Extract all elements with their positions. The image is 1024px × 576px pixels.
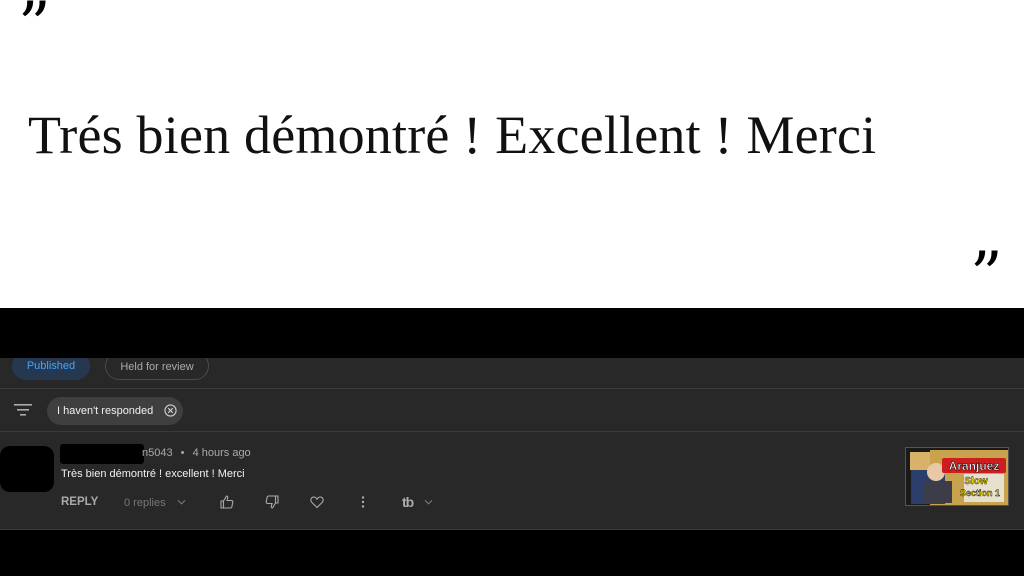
- thumbnail-line3: Section 1: [960, 488, 1000, 498]
- filter-chip-label: I haven't responded: [57, 405, 154, 417]
- reply-button[interactable]: REPLY: [61, 496, 98, 508]
- replies-toggle[interactable]: 0 replies: [124, 497, 166, 509]
- open-quote-mark: ”: [18, 0, 51, 63]
- video-thumbnail[interactable]: Aranjuez Slow Section 1: [905, 447, 1009, 506]
- quote-text: Trés bien démontré ! Excellent ! Merci: [28, 105, 877, 165]
- more-vert-icon[interactable]: [355, 494, 371, 510]
- tab-published[interactable]: Published: [12, 358, 90, 380]
- close-icon[interactable]: [164, 404, 177, 417]
- comment-actions: REPLY 0 replies tb: [0, 492, 500, 516]
- filter-chip[interactable]: I haven't responded: [47, 397, 183, 425]
- avatar[interactable]: [0, 446, 54, 492]
- heart-icon[interactable]: [309, 494, 325, 510]
- close-quote-mark: ”: [970, 239, 1003, 313]
- author-name[interactable]: n5043: [142, 447, 173, 459]
- comment-time: 4 hours ago: [192, 447, 251, 459]
- comment-meta: n5043 • 4 hours ago: [142, 447, 251, 459]
- dislike-icon[interactable]: [264, 494, 280, 510]
- comment-text: Très bien démontré ! excellent ! Merci: [61, 468, 245, 480]
- chevron-down-icon[interactable]: [424, 499, 433, 505]
- divider: [0, 529, 1024, 530]
- filter-icon[interactable]: [14, 403, 32, 417]
- screenshot-band: Published Held for review I haven't resp…: [0, 308, 1024, 576]
- thumbnail-line2: Slow: [964, 476, 988, 487]
- like-icon[interactable]: [219, 494, 235, 510]
- tab-held-for-review[interactable]: Held for review: [105, 358, 209, 380]
- thumbnail-art: Aranjuez Slow Section 1: [906, 448, 1008, 505]
- status-tabs: Published Held for review: [0, 358, 1024, 389]
- comment-item: n5043 • 4 hours ago Très bien démontré !…: [0, 432, 1024, 528]
- redacted-author-name: [60, 444, 144, 464]
- chevron-down-icon[interactable]: [177, 499, 186, 505]
- filter-bar: I haven't responded: [0, 389, 1024, 432]
- comments-panel: Published Held for review I haven't resp…: [0, 358, 1024, 530]
- meta-separator: •: [180, 447, 185, 459]
- tubebuddy-button[interactable]: tb: [402, 494, 414, 510]
- thumbnail-title: Aranjuez: [949, 459, 1000, 473]
